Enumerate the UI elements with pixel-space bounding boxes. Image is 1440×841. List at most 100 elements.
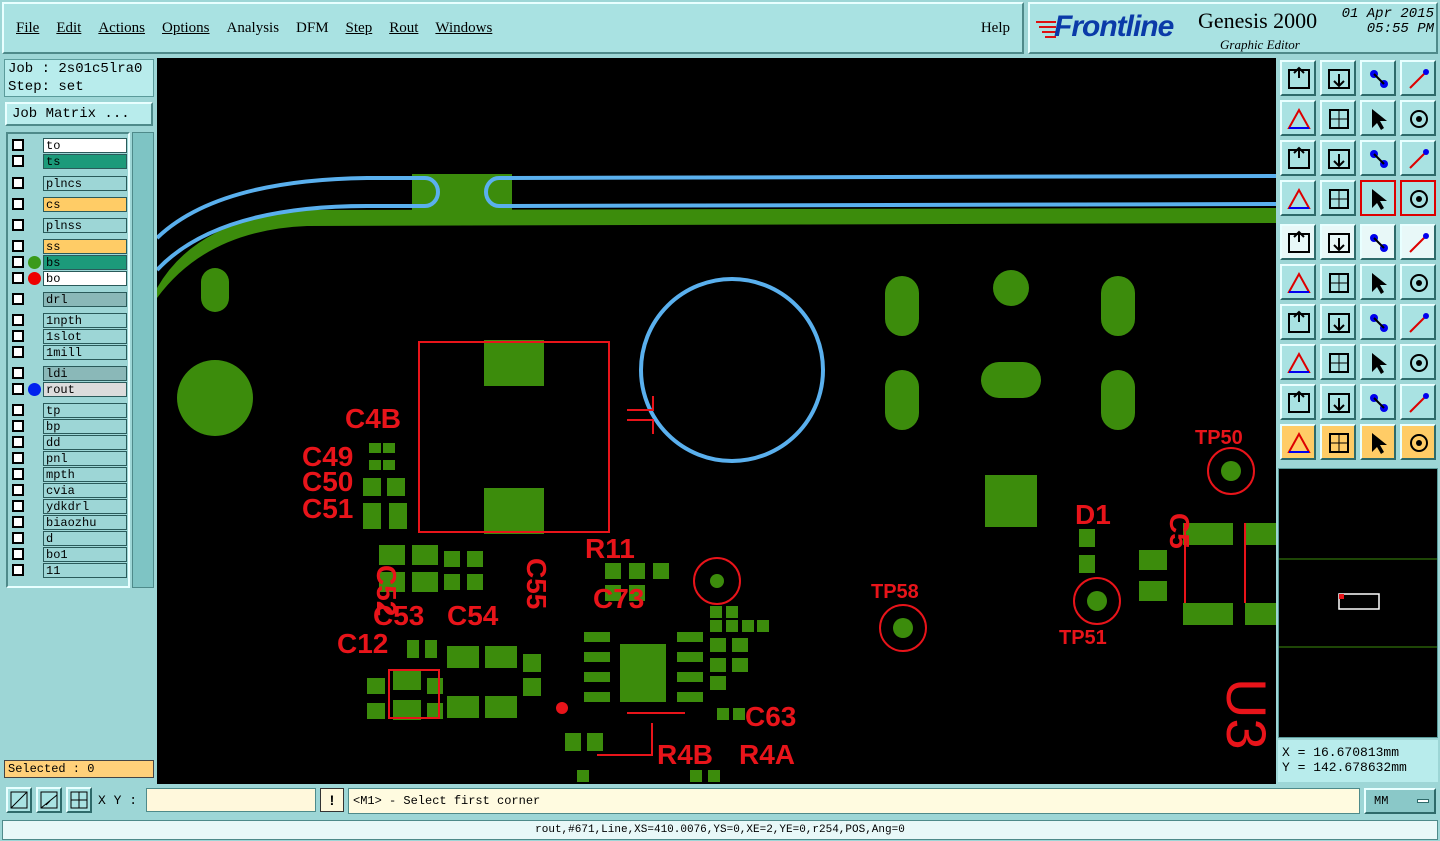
layer-name[interactable]: ss	[43, 239, 127, 254]
layer-checkbox[interactable]	[12, 240, 24, 252]
layer-row-11[interactable]: 11	[8, 563, 130, 578]
layer-list-scrollbar[interactable]	[132, 132, 154, 588]
overview-svg[interactable]	[1279, 469, 1437, 737]
layer-row-1mill[interactable]: 1mill	[8, 345, 130, 360]
layer-name[interactable]: plnss	[43, 218, 127, 233]
layer-row-cvia[interactable]: cvia	[8, 483, 130, 498]
layer-row-bp[interactable]: bp	[8, 419, 130, 434]
component-button[interactable]	[1400, 344, 1436, 380]
layer-name[interactable]: cs	[43, 197, 127, 212]
menu-rout[interactable]: Rout	[389, 20, 418, 37]
menu-edit[interactable]: Edit	[56, 20, 81, 37]
help-button[interactable]	[1400, 140, 1436, 176]
fill-button[interactable]	[1280, 224, 1316, 260]
menu-windows[interactable]: Windows	[435, 20, 492, 37]
layer-name[interactable]: drl	[43, 292, 127, 307]
menu-actions[interactable]: Actions	[98, 20, 145, 37]
menu-analysis[interactable]: Analysis	[227, 20, 280, 37]
layer-row-cs[interactable]: cs	[8, 197, 130, 212]
layer-display-dot-icon[interactable]	[28, 383, 41, 396]
rotate-button[interactable]	[1360, 100, 1396, 136]
zoom-home-button[interactable]	[1280, 60, 1316, 96]
layer-checkbox[interactable]	[12, 532, 24, 544]
arch-button[interactable]	[1320, 384, 1356, 420]
layer-name[interactable]: tp	[43, 403, 127, 418]
layer-checkbox[interactable]	[12, 219, 24, 231]
graphic-canvas[interactable]: C4B C49 C50 C51 C52 C53 C54 C55 C12 R11 …	[157, 58, 1276, 784]
layer-row-1npth[interactable]: 1npth	[8, 313, 130, 328]
layer-name[interactable]: to	[43, 138, 127, 153]
layer-checkbox[interactable]	[12, 436, 24, 448]
layer-checkbox[interactable]	[12, 139, 24, 151]
menu-help[interactable]: Help	[981, 20, 1010, 37]
layer-checkbox[interactable]	[12, 404, 24, 416]
layer-checkbox[interactable]	[12, 272, 24, 284]
layer-checkbox[interactable]	[12, 516, 24, 528]
transform-button[interactable]	[1320, 224, 1356, 260]
layer-checkbox[interactable]	[12, 155, 24, 167]
layer-row-to[interactable]: to	[8, 138, 130, 153]
layer-row-ydkdrl[interactable]: ydkdrl	[8, 499, 130, 514]
layer-row-pnl[interactable]: pnl	[8, 451, 130, 466]
layer-row-bo1[interactable]: bo1	[8, 547, 130, 562]
window-button[interactable]	[1400, 60, 1436, 96]
arc-button[interactable]	[1360, 304, 1396, 340]
layer-checkbox[interactable]	[12, 484, 24, 496]
layer-name[interactable]: 1slot	[43, 329, 127, 344]
menu-step[interactable]: Step	[346, 20, 373, 37]
connect-button[interactable]	[1280, 264, 1316, 300]
tool-settings-button[interactable]	[1280, 180, 1316, 216]
layer-row-bs[interactable]: bs	[8, 255, 130, 270]
layer-name[interactable]: dd	[43, 435, 127, 450]
house-button[interactable]	[1360, 60, 1396, 96]
layer-name[interactable]: mpth	[43, 467, 127, 482]
layer-row-rout[interactable]: rout	[8, 382, 130, 397]
measure-button[interactable]	[1360, 344, 1396, 380]
layer-checkbox[interactable]	[12, 314, 24, 326]
bridge-button[interactable]	[1400, 384, 1436, 420]
viewport-box[interactable]	[1338, 593, 1380, 610]
layer-checkbox[interactable]	[12, 367, 24, 379]
layer-row-plnss[interactable]: plnss	[8, 218, 130, 233]
layer-row-tp[interactable]: tp	[8, 403, 130, 418]
layer-row-dd[interactable]: dd	[8, 435, 130, 450]
layer-checkbox[interactable]	[12, 177, 24, 189]
xy-input[interactable]	[146, 788, 316, 812]
layer-name[interactable]: 1npth	[43, 313, 127, 328]
layer-display-dot-icon[interactable]	[28, 272, 41, 285]
dash-button[interactable]	[1320, 344, 1356, 380]
grid-button[interactable]	[66, 787, 92, 813]
layer-row-ts[interactable]: ts	[8, 154, 130, 169]
snap-grid-button[interactable]	[6, 787, 32, 813]
menu-options[interactable]: Options	[162, 20, 210, 37]
layer-name[interactable]: bs	[43, 255, 127, 270]
layer-checkbox[interactable]	[12, 293, 24, 305]
select-box-button[interactable]	[1320, 424, 1356, 460]
select-net-button[interactable]	[1400, 424, 1436, 460]
pad-place-button[interactable]	[1280, 344, 1316, 380]
pan-left-button[interactable]	[1280, 100, 1316, 136]
layer-name[interactable]: pnl	[43, 451, 127, 466]
pan-right-button[interactable]	[1320, 100, 1356, 136]
layer-row-d[interactable]: d	[8, 531, 130, 546]
layer-checkbox[interactable]	[12, 468, 24, 480]
ruler-button[interactable]	[1360, 224, 1396, 260]
layer-checkbox[interactable]	[12, 346, 24, 358]
job-matrix-button[interactable]: Job Matrix ...	[5, 102, 153, 126]
scale-button[interactable]	[1360, 140, 1396, 176]
fit-button[interactable]	[1280, 140, 1316, 176]
layer-checkbox[interactable]	[12, 420, 24, 432]
layer-checkbox[interactable]	[12, 452, 24, 464]
message-button[interactable]: !	[320, 788, 344, 812]
layer-row-1slot[interactable]: 1slot	[8, 329, 130, 344]
pcb-view[interactable]: C4B C49 C50 C51 C52 C53 C54 C55 C12 R11 …	[157, 58, 1276, 784]
layer-checkbox[interactable]	[12, 198, 24, 210]
round-pad-button[interactable]	[1400, 224, 1436, 260]
layer-checkbox[interactable]	[12, 330, 24, 342]
layers-toggle-button[interactable]	[1360, 180, 1396, 216]
select-red-button[interactable]	[1360, 424, 1396, 460]
layer-checkbox[interactable]	[12, 500, 24, 512]
layer-row-plncs[interactable]: plncs	[8, 176, 130, 191]
layer-row-biaozhu[interactable]: biaozhu	[8, 515, 130, 530]
layer-name[interactable]: plncs	[43, 176, 127, 191]
